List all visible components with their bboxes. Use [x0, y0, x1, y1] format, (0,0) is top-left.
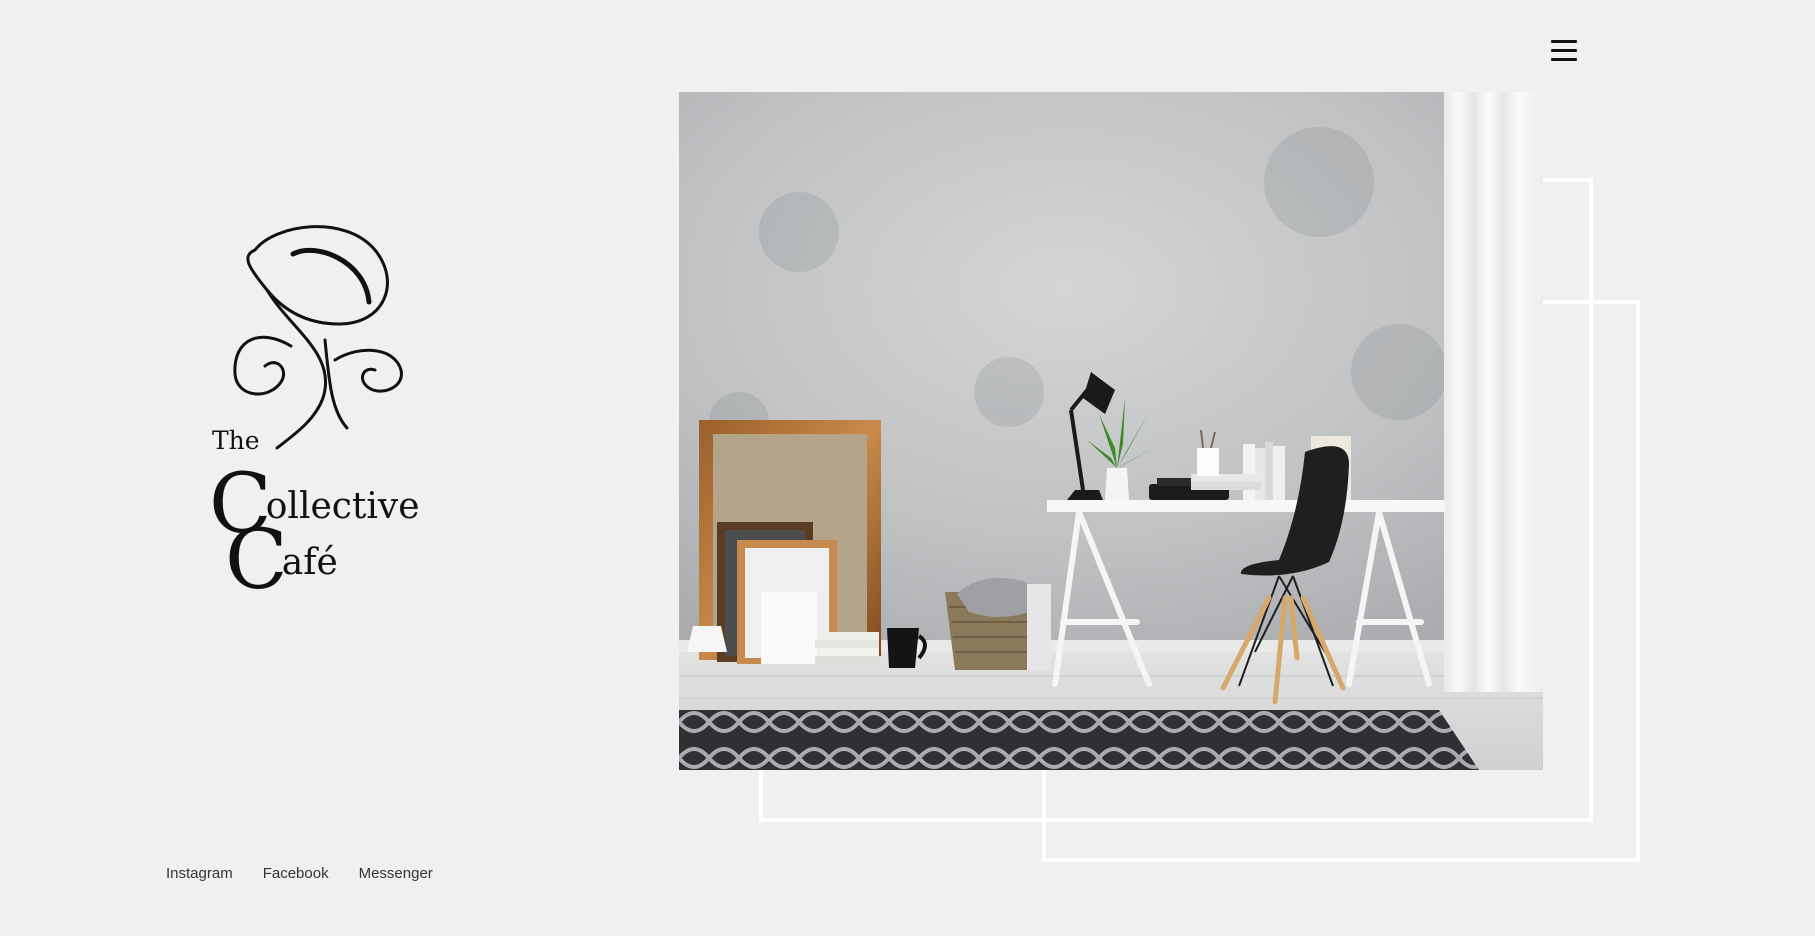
hero-image [679, 92, 1543, 770]
messenger-link[interactable]: Messenger [359, 865, 433, 882]
social-links: Instagram Facebook Messenger [166, 865, 433, 882]
menu-bar [1551, 57, 1577, 61]
logo-word: afé [281, 542, 338, 583]
hamburger-menu-icon[interactable] [1546, 34, 1584, 66]
menu-bar [1551, 48, 1577, 52]
instagram-link[interactable]: Instagram [166, 865, 233, 882]
logo-initial: C [225, 513, 288, 608]
menu-bar [1551, 39, 1577, 43]
cafe-logo: The Collective Café [205, 220, 445, 602]
facebook-link[interactable]: Facebook [263, 865, 329, 882]
logo-word-the: The [212, 426, 260, 455]
logo-line-cafe: Café [225, 520, 338, 602]
page: The Collective Café Instagram Facebook M… [0, 0, 1815, 936]
